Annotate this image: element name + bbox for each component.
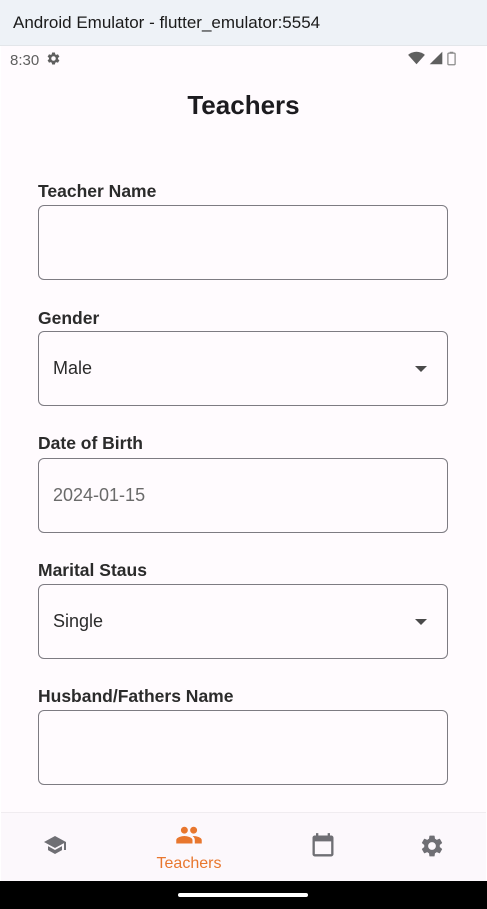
teacher-name-label: Teacher Name <box>38 181 157 201</box>
marital-status-label: Marital Staus <box>38 560 147 580</box>
phone-screen: 8:30 Teachers Teacher Name Gender Male D… <box>1 46 486 881</box>
system-navigation-bar <box>0 881 487 909</box>
dropdown-arrow-icon <box>415 619 427 625</box>
bottom-navigation-bar: Teachers <box>1 812 486 881</box>
settings-icon <box>46 51 61 70</box>
battery-icon <box>447 51 456 70</box>
wifi-icon <box>408 51 425 69</box>
people-icon <box>175 825 203 852</box>
dob-label: Date of Birth <box>38 433 143 453</box>
dob-input[interactable]: 2024-01-15 <box>38 458 448 533</box>
nav-item-settings[interactable] <box>372 813 486 881</box>
dob-value: 2024-01-15 <box>53 485 146 505</box>
gender-dropdown[interactable]: Male <box>38 331 448 406</box>
nav-label-teachers: Teachers <box>156 855 222 872</box>
page-title: Teachers <box>187 90 300 120</box>
calendar-icon <box>309 832 337 865</box>
school-icon <box>41 833 69 862</box>
nav-item-calendar[interactable] <box>263 813 383 881</box>
settings-icon <box>419 833 445 864</box>
marital-status-dropdown[interactable]: Single <box>38 584 448 659</box>
status-time: 8:30 <box>10 51 40 69</box>
teacher-name-input[interactable] <box>38 205 448 280</box>
status-bar: 8:30 <box>1 46 486 74</box>
husband-father-label: Husband/Fathers Name <box>38 686 234 706</box>
dropdown-arrow-icon <box>415 366 427 372</box>
husband-father-input[interactable] <box>38 710 448 785</box>
nav-item-school[interactable] <box>1 813 115 881</box>
home-indicator[interactable] <box>178 893 308 897</box>
nav-item-teachers[interactable]: Teachers <box>129 813 249 881</box>
signal-icon <box>429 51 443 69</box>
gender-label: Gender <box>38 308 100 328</box>
marital-status-value: Single <box>53 611 104 631</box>
gender-value: Male <box>53 358 93 378</box>
emulator-window-title: Android Emulator - flutter_emulator:5554 <box>0 0 487 46</box>
